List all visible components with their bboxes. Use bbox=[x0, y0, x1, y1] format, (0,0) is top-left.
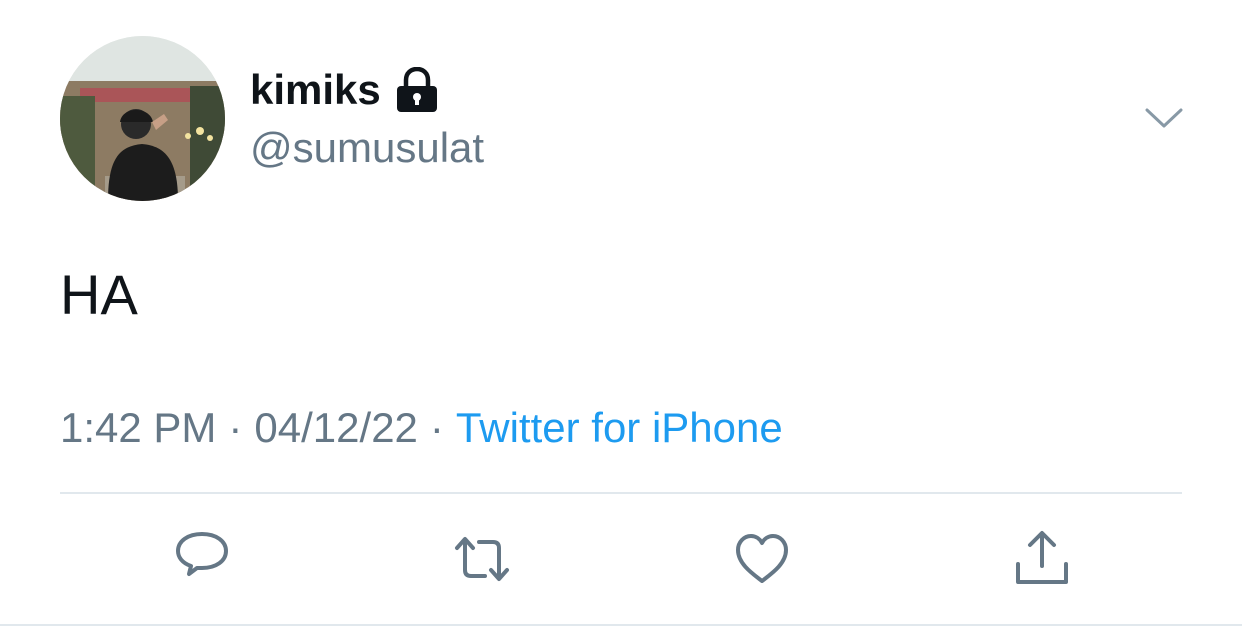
meta-separator: · bbox=[228, 404, 243, 451]
tweet-source-link[interactable]: Twitter for iPhone bbox=[456, 404, 783, 451]
tweet-menu-button[interactable] bbox=[1140, 98, 1188, 138]
author-name-row: kimiks bbox=[250, 64, 439, 116]
meta-separator: · bbox=[429, 404, 444, 451]
tweet-meta: 1:42 PM · 04/12/22 · Twitter for iPhone bbox=[60, 402, 783, 454]
retweet-button[interactable] bbox=[451, 528, 513, 590]
tweet-text: HA bbox=[60, 263, 138, 326]
retweet-icon bbox=[455, 537, 509, 581]
action-bar bbox=[0, 528, 1242, 590]
author-handle[interactable]: @sumusulat bbox=[250, 122, 484, 174]
chevron-down-icon bbox=[1145, 108, 1183, 128]
reply-button[interactable] bbox=[171, 528, 233, 590]
like-icon bbox=[736, 534, 788, 583]
reply-icon bbox=[176, 532, 228, 576]
divider bbox=[60, 492, 1182, 494]
avatar[interactable] bbox=[60, 36, 225, 201]
share-button[interactable] bbox=[1011, 528, 1073, 590]
tweet-time[interactable]: 1:42 PM bbox=[60, 404, 216, 451]
share-icon bbox=[1016, 531, 1068, 584]
tweet-date[interactable]: 04/12/22 bbox=[254, 404, 418, 451]
profile-photo bbox=[60, 36, 225, 201]
lock-icon bbox=[396, 67, 437, 112]
display-name[interactable]: kimiks bbox=[250, 64, 381, 116]
like-button[interactable] bbox=[731, 528, 793, 590]
